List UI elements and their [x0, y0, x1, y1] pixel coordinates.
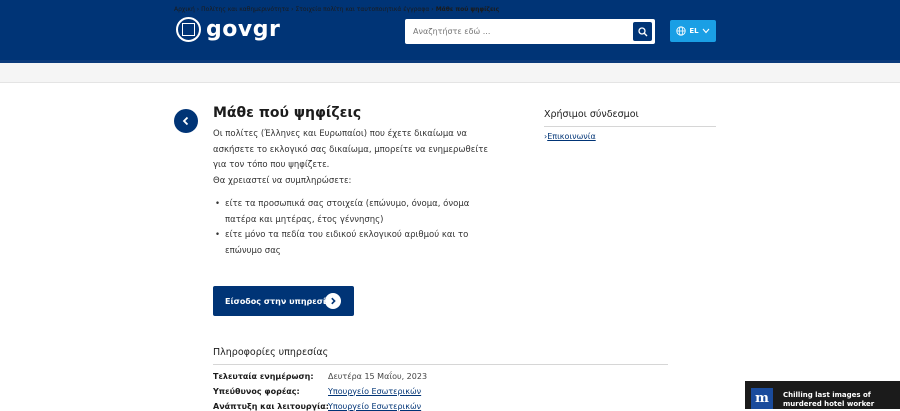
list-item: είτε μόνο τα πεδία του ειδικού εκλογικού…: [213, 228, 488, 259]
breadcrumb-separator: ›: [431, 6, 434, 13]
requirements-list: είτε τα προσωπικά σας στοιχεία (επώνυμο,…: [213, 197, 488, 259]
info-key: Τελευταία ενημέρωση:: [213, 372, 314, 381]
intro-text: Οι πολίτες (Έλληνες και Ευρωπαίοι) που έ…: [213, 129, 488, 170]
info-key: Υπεύθυνος φορέας:: [213, 387, 300, 396]
page-title: Μάθε πού ψηφίζεις: [213, 105, 362, 121]
info-key: Ανάπτυξη και λειτουργία:: [213, 402, 329, 411]
breadcrumb-separator: ›: [196, 6, 200, 13]
requirements-label: Θα χρειαστεί να συμπληρώσετε:: [213, 175, 352, 186]
development-link[interactable]: Υπουργείο Εσωτερικών: [328, 402, 421, 411]
news-popup[interactable]: m Chilling last images of murdered hotel…: [745, 381, 900, 409]
search-icon: [637, 26, 647, 36]
search-box: [405, 19, 655, 44]
chevron-down-icon: [702, 28, 710, 34]
breadcrumb-separator: ›: [291, 6, 294, 13]
search-button[interactable]: [633, 22, 652, 41]
divider: [544, 126, 716, 127]
enter-service-label: Είσοδος στην υπηρεσία: [225, 296, 332, 306]
service-description: Οι πολίτες (Έλληνες και Ευρωπαίοι) που έ…: [213, 127, 488, 189]
language-label: EL: [689, 27, 699, 35]
breadcrumb-item-home[interactable]: Αρχική: [174, 6, 195, 13]
service-info-title: Πληροφορίες υπηρεσίας: [213, 347, 329, 358]
responsible-body-link[interactable]: Υπουργείο Εσωτερικών: [328, 387, 421, 396]
info-value: Δευτέρα 15 Μαΐου, 2023: [328, 372, 428, 381]
globe-icon: [676, 26, 687, 36]
chevron-right-icon: [325, 293, 341, 309]
list-item: είτε τα προσωπικά σας στοιχεία (επώνυμο,…: [213, 197, 488, 228]
news-headline: Chilling last images of murdered hotel w…: [783, 391, 875, 408]
contact-link-label: Επικοινωνία: [547, 132, 596, 141]
govgr-logo[interactable]: govgr: [176, 17, 280, 42]
breadcrumb-item-citizen[interactable]: Πολίτης και καθημερινότητα: [201, 6, 289, 13]
breadcrumb-item-documents[interactable]: Στοιχεία πολίτη και ταυτοποιητικά έγγραφ…: [295, 6, 429, 13]
language-selector[interactable]: EL: [670, 20, 716, 42]
search-input[interactable]: [413, 19, 623, 44]
breadcrumb: Αρχική › Πολίτης και καθημερινότητα › Στοιχε…: [174, 6, 499, 13]
enter-service-button[interactable]: Είσοδος στην υπηρεσία: [213, 286, 354, 316]
breadcrumb-bar: [0, 63, 900, 83]
useful-links-title: Χρήσιμοι σύνδεσμοι: [544, 109, 639, 120]
greek-emblem-icon: [176, 17, 201, 42]
breadcrumb-current: Μάθε πού ψηφίζεις: [435, 6, 500, 13]
back-button[interactable]: [174, 109, 198, 133]
news-logo-icon: m: [751, 388, 773, 409]
divider: [213, 364, 668, 365]
contact-link[interactable]: ›Επικοινωνία: [544, 132, 596, 141]
logo-text: govgr: [206, 17, 281, 42]
chevron-left-icon: [182, 116, 189, 126]
